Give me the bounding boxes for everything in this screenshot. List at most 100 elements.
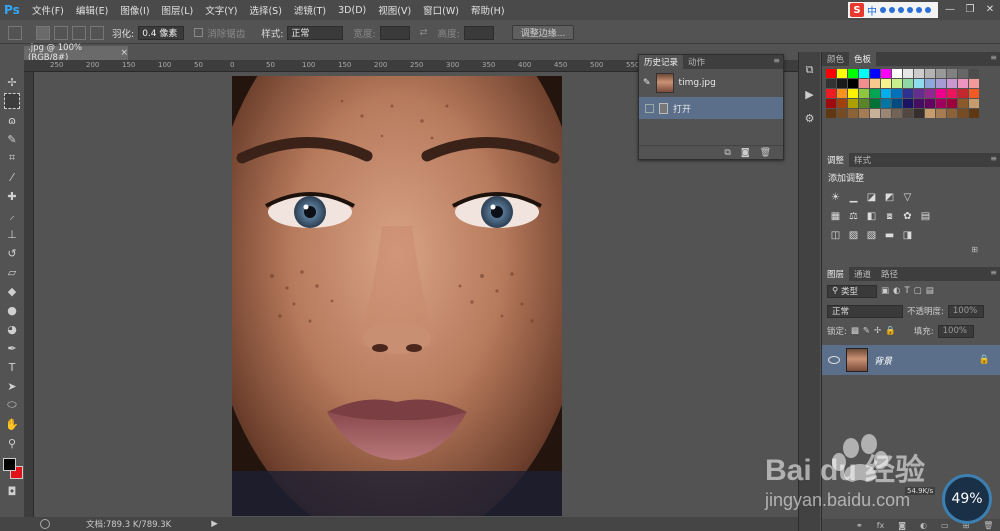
swatch-cell[interactable]: [947, 69, 957, 78]
swatch-cell[interactable]: [936, 79, 946, 88]
swatch-cell[interactable]: [826, 79, 836, 88]
menu-type[interactable]: 文字(Y): [199, 3, 243, 17]
swatch-grid[interactable]: [822, 66, 1000, 121]
swatch-cell[interactable]: [870, 79, 880, 88]
hue-saturation-icon[interactable]: ▦: [830, 211, 841, 222]
swatch-cell[interactable]: [947, 79, 957, 88]
swatch-cell[interactable]: [892, 99, 902, 108]
history-brush-tool-icon[interactable]: ↺: [4, 245, 20, 261]
shirt-icon[interactable]: [916, 7, 922, 13]
swatch-cell[interactable]: [826, 109, 836, 118]
tab-paths[interactable]: 路径: [876, 267, 903, 281]
foreground-color-swatch[interactable]: [3, 458, 16, 471]
swatch-cell[interactable]: [903, 79, 913, 88]
marquee-preset-icon[interactable]: [8, 25, 22, 40]
channel-mixer-icon[interactable]: ✿: [902, 211, 913, 222]
selective-color-icon[interactable]: ◨: [902, 230, 913, 241]
threshold-icon[interactable]: ▧: [866, 230, 877, 241]
ime-mode[interactable]: 中: [867, 3, 877, 18]
tab-styles[interactable]: 样式: [849, 153, 876, 167]
type-tool-icon[interactable]: T: [4, 359, 20, 375]
panel-menu-icon[interactable]: ≡: [990, 268, 997, 277]
swap-dimensions-icon[interactable]: ⇄: [420, 27, 428, 38]
swatch-cell[interactable]: [859, 79, 869, 88]
height-input[interactable]: [463, 25, 494, 40]
swatch-cell[interactable]: [936, 99, 946, 108]
swatch-cell[interactable]: [859, 109, 869, 118]
swatch-cell[interactable]: [958, 99, 968, 108]
swatch-cell[interactable]: [947, 109, 957, 118]
swatch-cell[interactable]: [914, 89, 924, 98]
swatch-cell[interactable]: [870, 69, 880, 78]
swatch-cell[interactable]: [837, 69, 847, 78]
menu-filter[interactable]: 滤镜(T): [288, 3, 332, 17]
move-tool-icon[interactable]: ✢: [4, 74, 20, 90]
tab-swatches[interactable]: 色板: [849, 52, 877, 66]
tab-adjustments[interactable]: 调整: [822, 153, 850, 167]
color-lookup-icon[interactable]: ▤: [920, 211, 931, 222]
blend-mode-select[interactable]: 正常: [827, 304, 903, 318]
minimize-button[interactable]: —: [940, 0, 960, 18]
swatch-cell[interactable]: [914, 69, 924, 78]
exposure-icon[interactable]: ◩: [884, 192, 895, 203]
new-adjustment-icon[interactable]: ⊞: [971, 245, 978, 255]
lock-image-icon[interactable]: ✎: [863, 326, 870, 336]
add-selection-icon[interactable]: [54, 25, 68, 40]
swatch-cell[interactable]: [969, 89, 979, 98]
percent-badge[interactable]: 49%: [942, 474, 992, 524]
swatch-cell[interactable]: [892, 89, 902, 98]
clone-stamp-tool-icon[interactable]: ⊥: [4, 226, 20, 242]
swatch-cell[interactable]: [848, 69, 858, 78]
swatch-cell[interactable]: [936, 69, 946, 78]
style-select[interactable]: 正常: [287, 25, 344, 40]
brush-tool-icon[interactable]: ⸝: [4, 207, 20, 223]
menu-3d[interactable]: 3D(D): [332, 5, 372, 16]
grid-icon[interactable]: [925, 7, 931, 13]
link-layers-icon[interactable]: ⚭: [856, 521, 863, 530]
posterize-icon[interactable]: ▨: [848, 230, 859, 241]
panel-menu-icon[interactable]: ≡: [990, 53, 997, 62]
swatch-cell[interactable]: [969, 69, 979, 78]
history-state-open[interactable]: 打开: [639, 97, 783, 119]
menu-edit[interactable]: 编辑(E): [70, 3, 114, 17]
swatch-cell[interactable]: [969, 109, 979, 118]
swatch-cell[interactable]: [837, 99, 847, 108]
tab-history[interactable]: 历史记录: [639, 55, 684, 69]
swatch-cell[interactable]: [914, 109, 924, 118]
filter-adjustment-icon[interactable]: ◐: [893, 286, 900, 296]
layer-row[interactable]: 背景 🔒: [822, 345, 1000, 375]
portrait-photo[interactable]: [232, 76, 562, 516]
swatch-cell[interactable]: [925, 99, 935, 108]
swatch-cell[interactable]: [837, 79, 847, 88]
marquee-tool-icon[interactable]: [4, 93, 20, 109]
swatch-cell[interactable]: [870, 99, 880, 108]
swatch-cell[interactable]: [936, 109, 946, 118]
filter-smart-icon[interactable]: ▤: [926, 286, 934, 296]
restore-button[interactable]: ❐: [960, 0, 980, 18]
menu-window[interactable]: 窗口(W): [417, 3, 465, 17]
mic-icon[interactable]: [898, 7, 904, 13]
menu-file[interactable]: 文件(F): [26, 3, 70, 17]
actions-panel-icon[interactable]: ▶: [802, 86, 818, 102]
swatch-cell[interactable]: [914, 99, 924, 108]
visibility-eye-icon[interactable]: [828, 356, 840, 364]
width-input[interactable]: [379, 25, 410, 40]
swatch-cell[interactable]: [826, 89, 836, 98]
history-source-checkbox[interactable]: [645, 103, 654, 113]
lock-all-icon[interactable]: 🔒: [885, 326, 896, 336]
tab-color[interactable]: 颜色: [822, 52, 849, 66]
swatch-cell[interactable]: [936, 89, 946, 98]
swatch-cell[interactable]: [925, 79, 935, 88]
zoom-tool-icon[interactable]: ⚲: [4, 435, 20, 451]
punctuation-icon[interactable]: [889, 7, 895, 13]
quick-select-tool-icon[interactable]: ✎: [4, 131, 20, 147]
swatch-cell[interactable]: [892, 79, 902, 88]
swatch-cell[interactable]: [826, 69, 836, 78]
swatch-cell[interactable]: [903, 109, 913, 118]
swatch-cell[interactable]: [903, 99, 913, 108]
status-arrow-icon[interactable]: ▶: [211, 519, 218, 529]
paint-bucket-tool-icon[interactable]: ◆: [4, 283, 20, 299]
swatch-cell[interactable]: [881, 79, 891, 88]
color-balance-icon[interactable]: ⚖: [848, 211, 859, 222]
swatch-cell[interactable]: [848, 109, 858, 118]
